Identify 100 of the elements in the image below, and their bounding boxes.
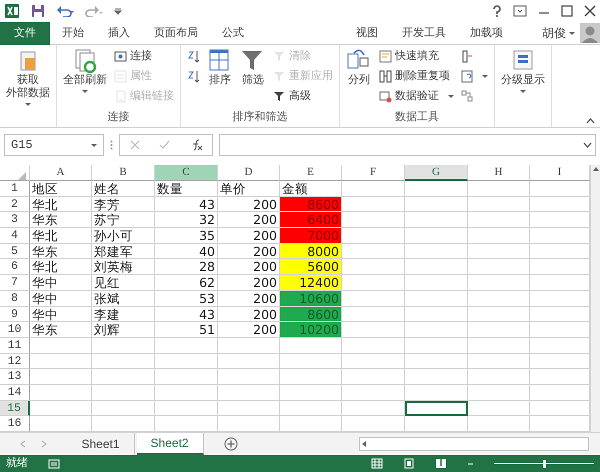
- table-cell: [218, 369, 280, 385]
- collapse-ribbon-icon[interactable]: [586, 118, 594, 124]
- row-header[interactable]: 10: [0, 322, 30, 338]
- file-tab[interactable]: 文件: [0, 22, 50, 44]
- column-header[interactable]: B: [92, 165, 155, 181]
- name-box[interactable]: G15: [4, 134, 104, 156]
- table-cell: 数量: [155, 181, 218, 197]
- zoom-slider-thumb[interactable]: [542, 460, 546, 468]
- column-header[interactable]: A: [30, 165, 92, 181]
- column-header[interactable]: I: [530, 165, 590, 181]
- row-header[interactable]: 15: [0, 400, 30, 416]
- table-cell: [468, 354, 530, 370]
- table-cell: [30, 369, 92, 385]
- ribbon-button[interactable]: 全部刷新: [61, 47, 109, 94]
- expand-caret-icon[interactable]: [583, 142, 592, 148]
- caret-icon[interactable]: [91, 144, 97, 146]
- column-header[interactable]: G: [405, 165, 468, 181]
- table-cell: [342, 338, 405, 354]
- ribbon-button[interactable]: 高级: [271, 87, 335, 106]
- relationships-icon: [460, 90, 474, 103]
- customize-caret-icon[interactable]: [114, 7, 122, 15]
- table-cell: [405, 322, 468, 338]
- user-name[interactable]: 胡俊: [542, 24, 566, 42]
- excel-logo-icon[interactable]: [4, 3, 20, 19]
- ribbon-tab[interactable]: 开发工具: [390, 22, 458, 44]
- ribbon-button[interactable]: 数据验证: [377, 87, 456, 106]
- table-cell: 53: [155, 290, 218, 306]
- row-header[interactable]: 13: [0, 369, 30, 385]
- ribbon-button[interactable]: 快速填充: [377, 47, 456, 66]
- table-cell: [342, 322, 405, 338]
- table-cell: [342, 400, 405, 416]
- row-header[interactable]: 9: [0, 306, 30, 322]
- table-cell: 5600: [280, 259, 342, 276]
- row-header[interactable]: 1: [0, 181, 30, 197]
- row-header[interactable]: 6: [0, 259, 30, 276]
- table-cell: 华北: [30, 259, 92, 276]
- advanced-filter-icon: [273, 90, 286, 103]
- table-cell: [92, 354, 155, 370]
- table-cell: [468, 384, 530, 401]
- table-cell: [155, 384, 218, 401]
- column-header[interactable]: E: [280, 165, 342, 181]
- maximize-icon[interactable]: [561, 5, 573, 17]
- table-cell: 姓名: [92, 181, 155, 197]
- ribbon-button[interactable]: 分级显示: [499, 47, 547, 94]
- ribbon-button[interactable]: 筛选: [238, 47, 268, 88]
- sheet-tab[interactable]: Sheet2: [136, 433, 204, 455]
- page-layout-icon[interactable]: [403, 458, 415, 469]
- table-cell: 华北: [30, 228, 92, 244]
- active-cell[interactable]: [405, 400, 468, 416]
- table-cell: [92, 384, 155, 401]
- ribbon-button[interactable]: 删除重复项: [377, 67, 456, 86]
- caret-icon[interactable]: [568, 32, 574, 34]
- table-cell: [468, 338, 530, 354]
- row-header[interactable]: 3: [0, 212, 30, 228]
- column-header[interactable]: H: [468, 165, 530, 181]
- help-icon[interactable]: [492, 5, 502, 17]
- table-cell: [218, 400, 280, 416]
- row-header[interactable]: 7: [0, 275, 30, 291]
- table-cell: [218, 384, 280, 401]
- ribbon-tab[interactable]: 页面布局: [142, 22, 210, 44]
- table-cell: 华北: [30, 196, 92, 212]
- ribbon-display-icon[interactable]: [513, 5, 527, 17]
- column-header[interactable]: F: [342, 165, 405, 181]
- row-header[interactable]: 4: [0, 228, 30, 244]
- table-cell: [155, 354, 218, 370]
- row-header[interactable]: 2: [0, 196, 30, 212]
- formula-field[interactable]: [219, 134, 596, 156]
- column-header[interactable]: D: [218, 165, 280, 181]
- row-header[interactable]: 8: [0, 290, 30, 306]
- add-sheet-icon[interactable]: [224, 437, 238, 451]
- ribbon-button[interactable]: 排序: [205, 47, 235, 88]
- row-header[interactable]: 12: [0, 354, 30, 370]
- table-cell: 华东: [30, 322, 92, 338]
- column-header[interactable]: C: [155, 165, 218, 181]
- ribbon-tab[interactable]: 插入: [96, 22, 142, 44]
- page-break-icon[interactable]: [435, 458, 447, 469]
- close-icon[interactable]: [584, 5, 596, 17]
- ribbon-button[interactable]: 分列: [344, 47, 374, 88]
- ribbon-tab[interactable]: 加载项: [458, 22, 515, 44]
- table-cell: [468, 259, 530, 276]
- table-cell: [342, 212, 405, 228]
- row-header[interactable]: 5: [0, 244, 30, 260]
- horizontal-scrollbar[interactable]: [359, 437, 589, 451]
- properties-icon: [114, 70, 127, 83]
- ribbon-tab[interactable]: 公式: [210, 22, 256, 44]
- table-cell: 10200: [280, 322, 342, 338]
- undo-icon[interactable]: [56, 5, 74, 17]
- table-cell: [342, 369, 405, 385]
- ribbon-button[interactable]: 连接: [112, 47, 176, 66]
- table-cell: [155, 369, 218, 385]
- table-cell: [405, 196, 468, 212]
- normal-view-icon[interactable]: [371, 458, 383, 469]
- macro-record-icon[interactable]: [48, 458, 60, 469]
- ribbon-tab[interactable]: 视图: [344, 22, 390, 44]
- ribbon-tab[interactable]: 开始: [50, 22, 96, 44]
- table-cell: [405, 212, 468, 228]
- row-header[interactable]: 11: [0, 338, 30, 354]
- ribbon-button[interactable]: 获取 外部数据: [4, 47, 52, 108]
- scroll-up-icon[interactable]: [592, 165, 600, 173]
- scroll-left-icon[interactable]: [360, 440, 368, 448]
